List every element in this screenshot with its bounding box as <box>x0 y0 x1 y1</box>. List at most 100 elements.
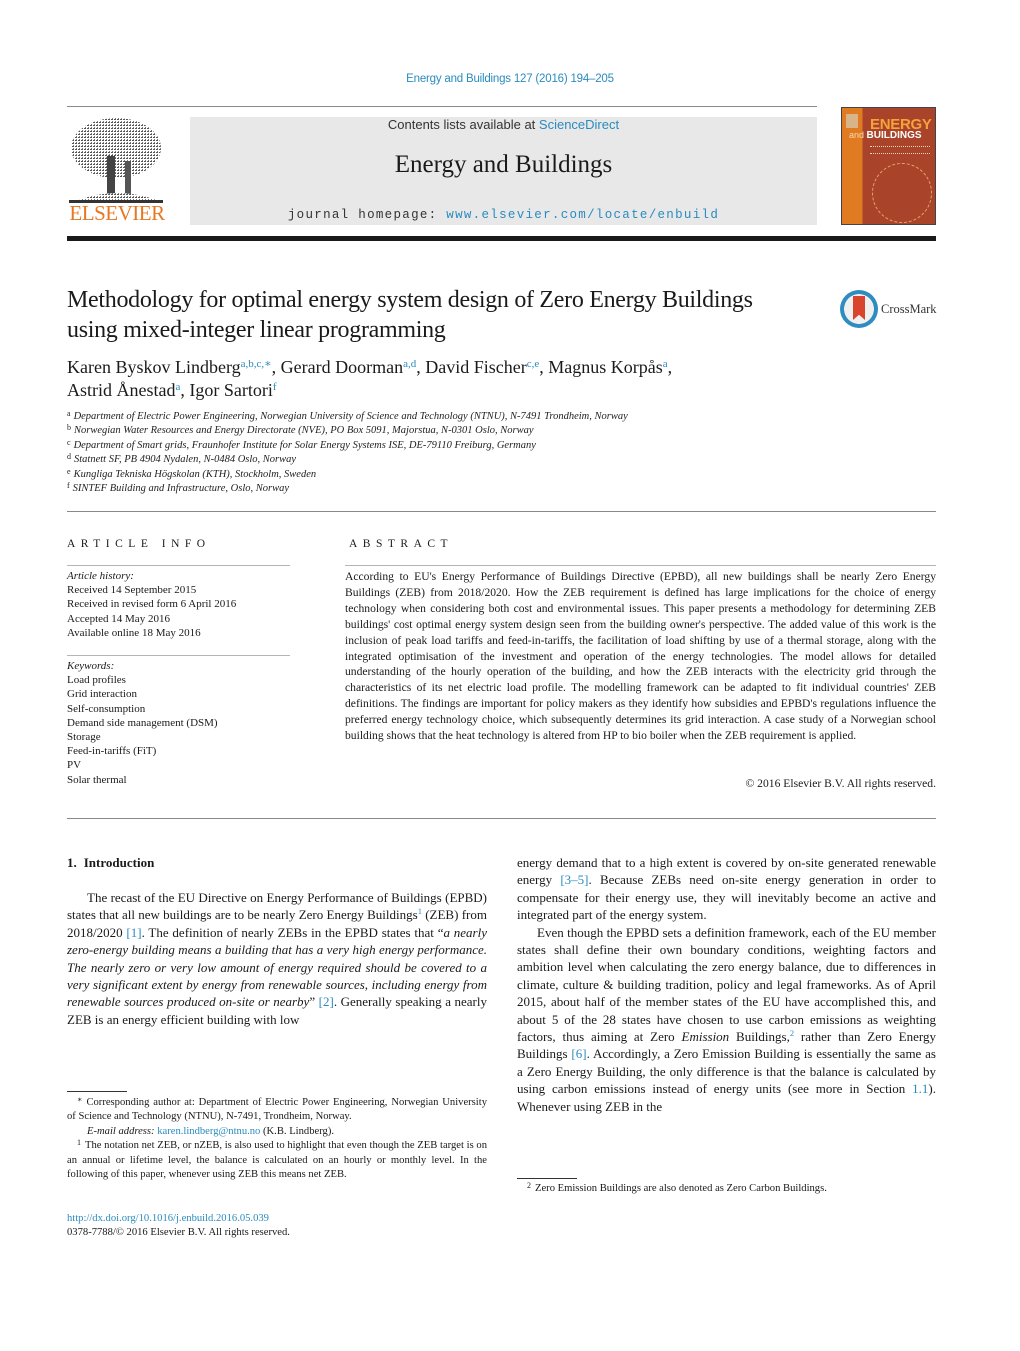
divider <box>345 565 936 566</box>
text-run: Even though the EPBD sets a definition f… <box>517 924 936 1045</box>
affiliation-text: Statnett SF, PB 4904 Nydalen, N-0484 Osl… <box>74 454 297 466</box>
contents-line: Contents lists available at ScienceDirec… <box>190 117 817 132</box>
affiliation-text: Department of Smart grids, Fraunhofer In… <box>73 439 536 451</box>
abstract-text: According to EU's Energy Performance of … <box>345 570 936 743</box>
journal-citation-link[interactable]: Energy and Buildings 127 (2016) 194–205 <box>0 73 1020 85</box>
affiliation-text: Norwegian Water Resources and Energy Dir… <box>74 425 534 437</box>
keyword: Storage <box>67 731 101 744</box>
text-run: Buildings, <box>729 1029 790 1045</box>
author-affiliation-marks[interactable]: a <box>663 358 668 370</box>
footnote-text: Corresponding author at: Department of E… <box>67 1097 487 1123</box>
author-affiliation-marks[interactable]: a,b,c,∗ <box>241 358 272 370</box>
journal-banner: Contents lists available at ScienceDirec… <box>190 117 817 225</box>
cover-subtitle-lines <box>870 146 930 154</box>
footnote-text: The notation net ZEB, or nZEB, is also u… <box>67 1140 487 1181</box>
author[interactable]: Igor Sartorif <box>189 380 276 400</box>
keywords-label: Keywords: <box>67 660 115 672</box>
elsevier-logo[interactable]: ELSEVIER <box>67 116 167 226</box>
homepage-prefix: journal homepage: <box>287 208 447 222</box>
author[interactable]: Magnus Korpåsa <box>548 357 667 377</box>
affiliations: a Department of Electric Power Engineerin… <box>67 410 867 496</box>
citation-link[interactable]: [3–5] <box>560 872 588 887</box>
affiliation: f SINTEF Building and Infrastructure, Osl… <box>67 482 867 496</box>
cover-badge <box>846 114 858 128</box>
citation-link[interactable]: [6] <box>571 1046 586 1061</box>
affiliation: a Department of Electric Power Engineerin… <box>67 410 867 424</box>
affiliation: b Norwegian Water Resources and Energy Di… <box>67 424 867 438</box>
author-name[interactable]: Igor Sartori <box>189 380 272 400</box>
section-link[interactable]: 1.1 <box>912 1081 928 1096</box>
affiliation-text: SINTEF Building and Infrastructure, Oslo… <box>72 483 289 495</box>
keyword: Demand side management (DSM) <box>67 716 218 729</box>
doi-block: http://dx.doi.org/10.1016/j.enbuild.2016… <box>67 1212 487 1241</box>
journal-homepage-link[interactable]: www.elsevier.com/locate/enbuild <box>446 208 719 222</box>
author-name[interactable]: David Fischer <box>425 357 526 377</box>
email-link[interactable]: karen.lindberg@ntnu.no <box>157 1126 260 1137</box>
author[interactable]: Karen Byskov Lindberga,b,c,∗ <box>67 357 272 377</box>
author-affiliation-marks[interactable]: a,d <box>403 358 416 370</box>
cover-graphic <box>872 163 932 223</box>
abstract-copyright: © 2016 Elsevier B.V. All rights reserved… <box>745 777 936 790</box>
history-label: Article history: <box>67 570 134 582</box>
journal-cover-image[interactable]: ENERGY and BUILDINGS <box>841 107 936 225</box>
abstract-heading: ABSTRACT <box>349 538 454 550</box>
cover-title-buildings: and BUILDINGS <box>849 130 922 141</box>
footnotes-left: ∗ Corresponding author at: Department of … <box>67 1096 487 1182</box>
crossmark-button[interactable]: CrossMark <box>840 290 940 330</box>
publisher-name: ELSEVIER <box>69 201 165 225</box>
section-heading: 1. Introduction <box>67 855 161 871</box>
keyword: PV <box>67 759 82 772</box>
keyword: Grid interaction <box>67 688 137 701</box>
author-list: Karen Byskov Lindberga,b,c,∗, Gerard Doo… <box>67 357 673 400</box>
header-thick-rule <box>67 236 936 241</box>
header-rule <box>67 106 817 107</box>
history-item: Received 14 September 2015 <box>67 584 197 597</box>
affiliation-key: e <box>67 466 71 476</box>
divider <box>67 818 936 819</box>
footnote-mark: ∗ <box>77 1095 83 1104</box>
affiliation-text: Department of Electric Power Engineering… <box>73 411 628 422</box>
sciencedirect-link[interactable]: ScienceDirect <box>539 117 619 132</box>
footnote-rule <box>67 1091 127 1092</box>
divider <box>67 655 290 656</box>
author-name[interactable]: Karen Byskov Lindberg <box>67 357 241 377</box>
article-history: Article history: Received 14 September 2… <box>67 569 297 640</box>
paragraph: Even though the EPBD sets a definition f… <box>517 924 936 1115</box>
history-item: Accepted 14 May 2016 <box>67 612 170 625</box>
footnote-email: E-mail address: karen.lindberg@ntnu.no (… <box>67 1125 487 1139</box>
history-item: Received in revised form 6 April 2016 <box>67 598 237 611</box>
crossmark-label: CrossMark <box>881 302 937 316</box>
author[interactable]: Astrid Ånestada <box>67 380 180 400</box>
text-run: . The definition of nearly ZEBs in the E… <box>141 924 444 940</box>
keyword: Solar thermal <box>67 773 127 786</box>
article-title: Methodology for optimal energy system de… <box>67 287 753 343</box>
doi-link[interactable]: http://dx.doi.org/10.1016/j.enbuild.2016… <box>67 1212 487 1226</box>
affiliation-key: a <box>67 409 71 418</box>
divider <box>67 511 936 512</box>
body-column-right: energy demand that to a high extent is c… <box>517 854 936 1115</box>
cover-and: and <box>849 130 865 140</box>
affiliation-key: b <box>67 423 71 433</box>
affiliation-key: d <box>67 452 71 462</box>
footnote-rule <box>517 1178 577 1179</box>
author[interactable]: David Fischerc,e <box>425 357 539 377</box>
citation-link[interactable]: [2] <box>319 994 334 1009</box>
email-label: E-mail address: <box>87 1125 158 1137</box>
affiliation-text: Kungliga Tekniska Högskolan (KTH), Stock… <box>73 468 317 480</box>
footnote-mark: 1 <box>77 1138 81 1148</box>
section-number: 1. <box>67 855 77 870</box>
elsevier-tree-icon <box>69 118 163 203</box>
cover-buildings: BUILDINGS <box>866 130 922 141</box>
author[interactable]: Gerard Doormana,d <box>281 357 417 377</box>
author-name[interactable]: Astrid Ånestad <box>67 380 175 400</box>
journal-title: Energy and Buildings <box>394 151 613 178</box>
author-affiliation-marks[interactable]: f <box>273 381 277 393</box>
email-suffix: (K.B. Lindberg). <box>260 1125 335 1137</box>
affiliation-key: c <box>67 437 71 447</box>
citation-link[interactable]: [1] <box>126 925 141 940</box>
author-name[interactable]: Magnus Korpås <box>548 357 663 377</box>
author-name[interactable]: Gerard Doorman <box>281 357 403 377</box>
paragraph: energy demand that to a high extent is c… <box>517 854 936 924</box>
author-affiliation-marks[interactable]: c,e <box>527 358 540 370</box>
author-affiliation-marks[interactable]: a <box>175 381 180 393</box>
